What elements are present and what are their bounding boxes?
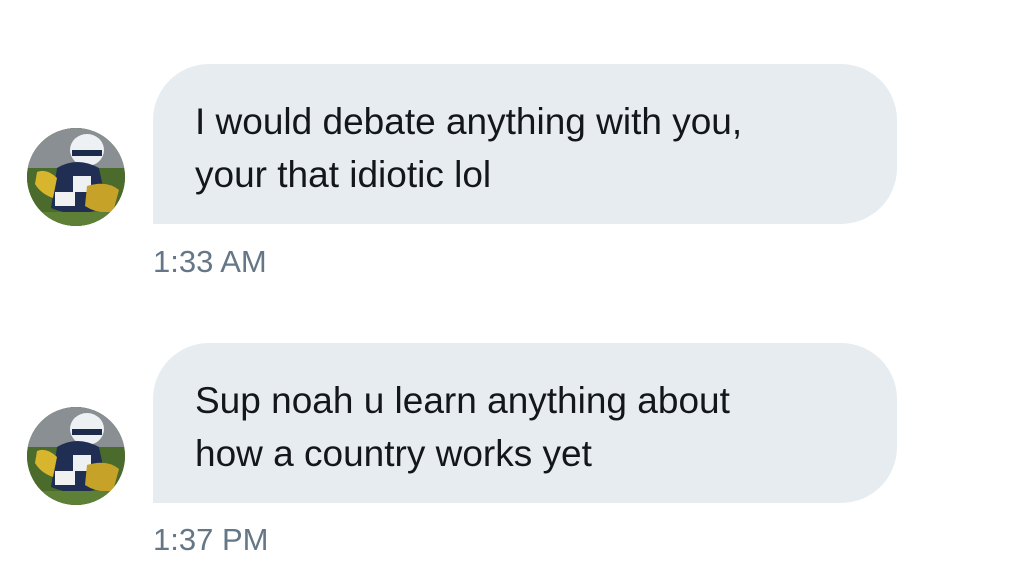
user-avatar-icon — [27, 407, 125, 505]
sender-avatar[interactable] — [27, 407, 125, 505]
message-text-line: Sup noah u learn anything about — [195, 380, 730, 421]
message-timestamp: 1:37 PM — [153, 522, 269, 557]
message-text-line: how a country works yet — [195, 433, 592, 474]
message-item: Sup noah u learn anything about how a co… — [0, 0, 1028, 580]
message-bubble[interactable]: Sup noah u learn anything about how a co… — [153, 343, 897, 503]
